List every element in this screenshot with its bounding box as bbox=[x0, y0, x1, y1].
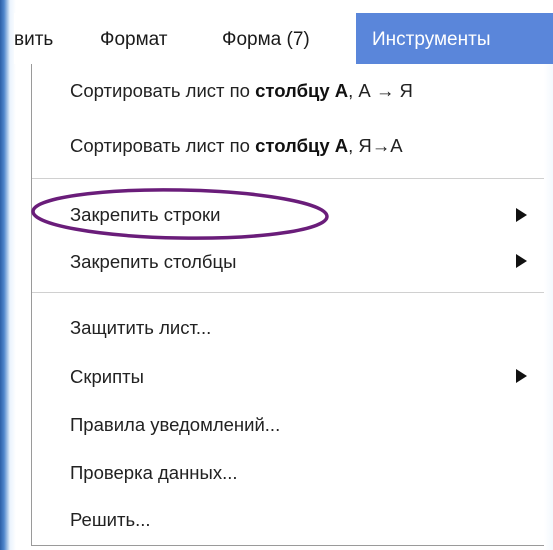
menu-insert[interactable]: вить bbox=[14, 13, 53, 64]
menu-item-notification-rules[interactable]: Правила уведомлений... bbox=[70, 414, 280, 436]
sort-za-suffix: , Я→А bbox=[348, 135, 403, 156]
screenshot-frame: вить Формат Форма (7) Инструменты Сортир… bbox=[0, 0, 553, 550]
menu-item-freeze-rows[interactable]: Закрепить строки bbox=[70, 204, 220, 226]
menu-item-scripts[interactable]: Скрипты bbox=[70, 366, 144, 388]
menu-separator bbox=[32, 292, 553, 293]
sort-za-prefix: Сортировать лист по bbox=[70, 135, 256, 156]
sort-az-suffix: , А → Я bbox=[348, 80, 413, 101]
menu-item-solve[interactable]: Решить... bbox=[70, 509, 151, 531]
menu-separator bbox=[32, 178, 553, 179]
sort-za-column: столбцу А bbox=[255, 135, 349, 156]
menu-item-sort-z-a[interactable]: Сортировать лист по столбцу А, Я→А bbox=[70, 135, 403, 157]
submenu-arrow-icon bbox=[516, 254, 527, 268]
background-edge bbox=[544, 64, 553, 550]
menu-format[interactable]: Формат bbox=[100, 13, 168, 64]
menu-item-freeze-columns[interactable]: Закрепить столбцы bbox=[70, 251, 236, 273]
menu-item-data-validation[interactable]: Проверка данных... bbox=[70, 462, 238, 484]
tools-dropdown-menu: Сортировать лист по столбцу А, А → Я Сор… bbox=[31, 64, 553, 546]
menu-item-sort-a-z[interactable]: Сортировать лист по столбцу А, А → Я bbox=[70, 80, 413, 102]
sort-az-prefix: Сортировать лист по bbox=[70, 80, 256, 101]
menu-form[interactable]: Форма (7) bbox=[222, 13, 310, 64]
menu-tools[interactable]: Инструменты bbox=[356, 13, 553, 64]
menu-bar: вить Формат Форма (7) Инструменты bbox=[14, 13, 553, 64]
menu-item-protect-sheet[interactable]: Защитить лист... bbox=[70, 317, 211, 339]
submenu-arrow-icon bbox=[516, 208, 527, 222]
sort-az-column: столбцу А bbox=[255, 80, 349, 101]
submenu-arrow-icon bbox=[516, 369, 527, 383]
